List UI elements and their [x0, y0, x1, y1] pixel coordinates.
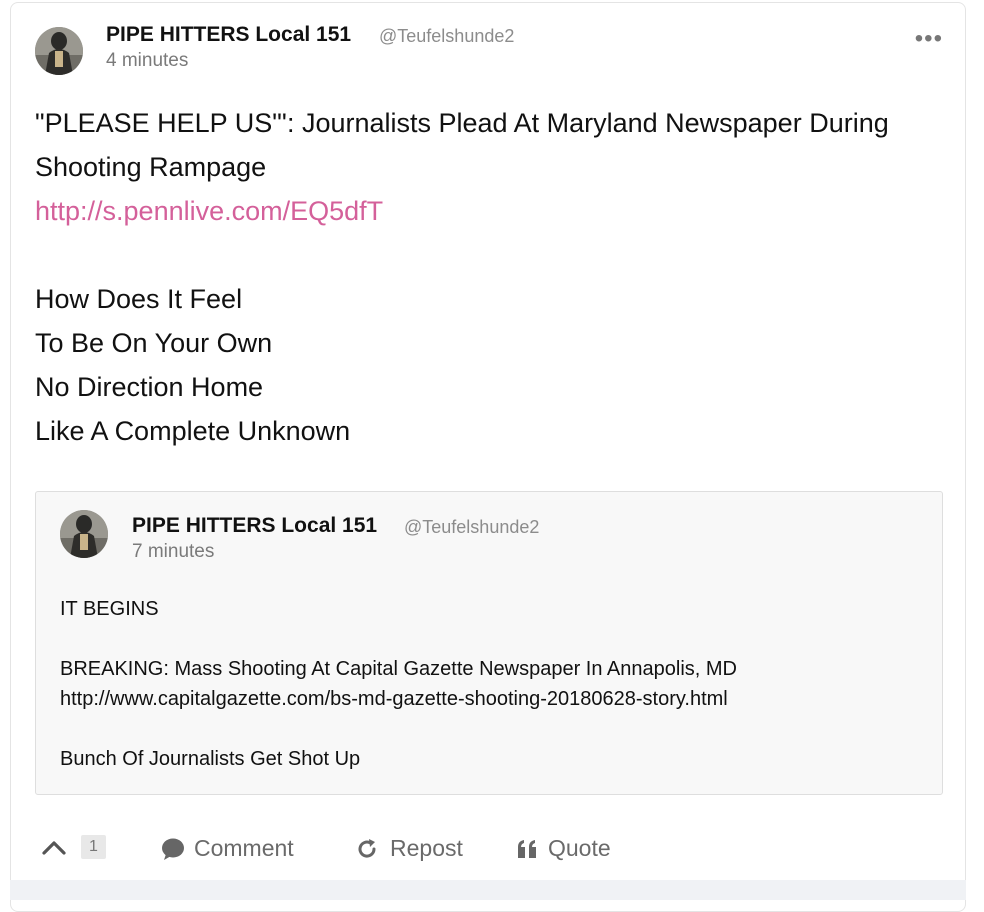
- speech-bubble-icon: [162, 838, 184, 860]
- comment-label: Comment: [194, 835, 294, 861]
- quote-button[interactable]: Quote: [517, 835, 611, 862]
- post-text-line: Like A Complete Unknown: [35, 416, 351, 446]
- quote-marks-icon: [518, 839, 536, 858]
- author-handle[interactable]: @Teufelshunde2: [379, 26, 514, 47]
- upvote-count: 1: [81, 835, 106, 859]
- quoted-author-name[interactable]: PIPE HITTERS Local 151: [132, 514, 377, 538]
- quoted-author-handle[interactable]: @Teufelshunde2: [404, 517, 539, 538]
- post-time[interactable]: 4 minutes: [106, 50, 188, 72]
- quoted-text-line: BREAKING: Mass Shooting At Capital Gazet…: [60, 658, 737, 680]
- author-name[interactable]: PIPE HITTERS Local 151: [106, 23, 351, 47]
- quoted-post[interactable]: PIPE HITTERS Local 151 @Teufelshunde2 7 …: [35, 491, 943, 795]
- avatar-image: [35, 27, 83, 75]
- avatar-image: [60, 510, 108, 558]
- quoted-text-line: Bunch Of Journalists Get Shot Up: [60, 748, 361, 770]
- chevron-up-icon: [42, 841, 66, 855]
- quoted-post-time[interactable]: 7 minutes: [132, 541, 214, 563]
- post-text-line: Shooting Rampage: [35, 152, 267, 182]
- quoted-author-avatar[interactable]: [60, 510, 108, 558]
- quoted-post-body: IT BEGINS BREAKING: Mass Shooting At Cap…: [60, 594, 737, 774]
- author-avatar[interactable]: [35, 27, 83, 75]
- post-text-line: No Direction Home: [35, 372, 264, 402]
- comment-button[interactable]: Comment: [161, 835, 294, 862]
- repost-button[interactable]: Repost: [355, 835, 463, 862]
- post-text-line: To Be On Your Own: [35, 328, 273, 358]
- post-body: "PLEASE HELP US"': Journalists Plead At …: [35, 101, 955, 453]
- quoted-link[interactable]: http://www.capitalgazette.com/bs-md-gaze…: [60, 684, 737, 714]
- refresh-icon: [358, 838, 376, 858]
- post-card: PIPE HITTERS Local 151 @Teufelshunde2 4 …: [10, 2, 966, 912]
- upvote-button[interactable]: 1: [41, 835, 106, 859]
- repost-label: Repost: [390, 835, 463, 861]
- quote-label: Quote: [548, 835, 611, 861]
- comment-bar-strip: [10, 880, 966, 900]
- post-text-line: "PLEASE HELP US"': Journalists Plead At …: [35, 108, 889, 138]
- post-actions: 1 Comment Repost Quote: [35, 831, 935, 871]
- more-options-icon[interactable]: •••: [915, 27, 943, 51]
- post-text-line: How Does It Feel: [35, 284, 243, 314]
- post-link[interactable]: http://s.pennlive.com/EQ5dfT: [35, 189, 955, 233]
- quoted-text-line: IT BEGINS: [60, 598, 159, 620]
